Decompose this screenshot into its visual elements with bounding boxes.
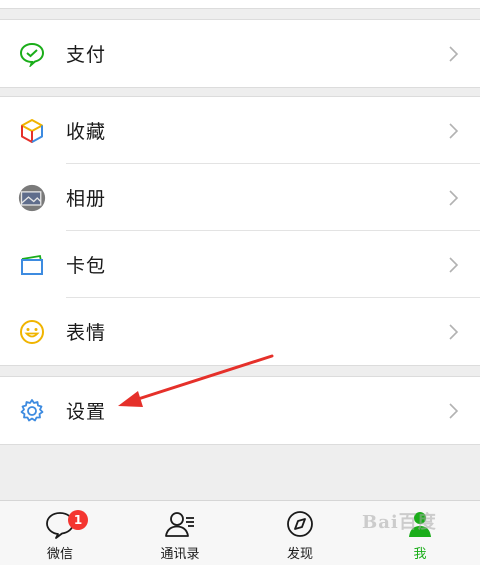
watermark: Bai百度 — [362, 512, 437, 533]
discover-compass-icon — [287, 511, 313, 537]
unread-badge: 1 — [68, 510, 88, 530]
tab-label: 通讯录 — [160, 547, 200, 562]
tab-label: 发现 — [286, 547, 313, 562]
contacts-icon — [165, 512, 194, 537]
tab-discover[interactable]: 发现 — [240, 501, 360, 565]
annotation-arrow-icon — [118, 354, 274, 407]
tab-contacts[interactable]: 通讯录 — [120, 501, 240, 565]
tab-label: 微信 — [46, 547, 73, 562]
tab-label: 我 — [413, 547, 427, 562]
tab-chats[interactable]: 1 微信 — [0, 501, 120, 565]
